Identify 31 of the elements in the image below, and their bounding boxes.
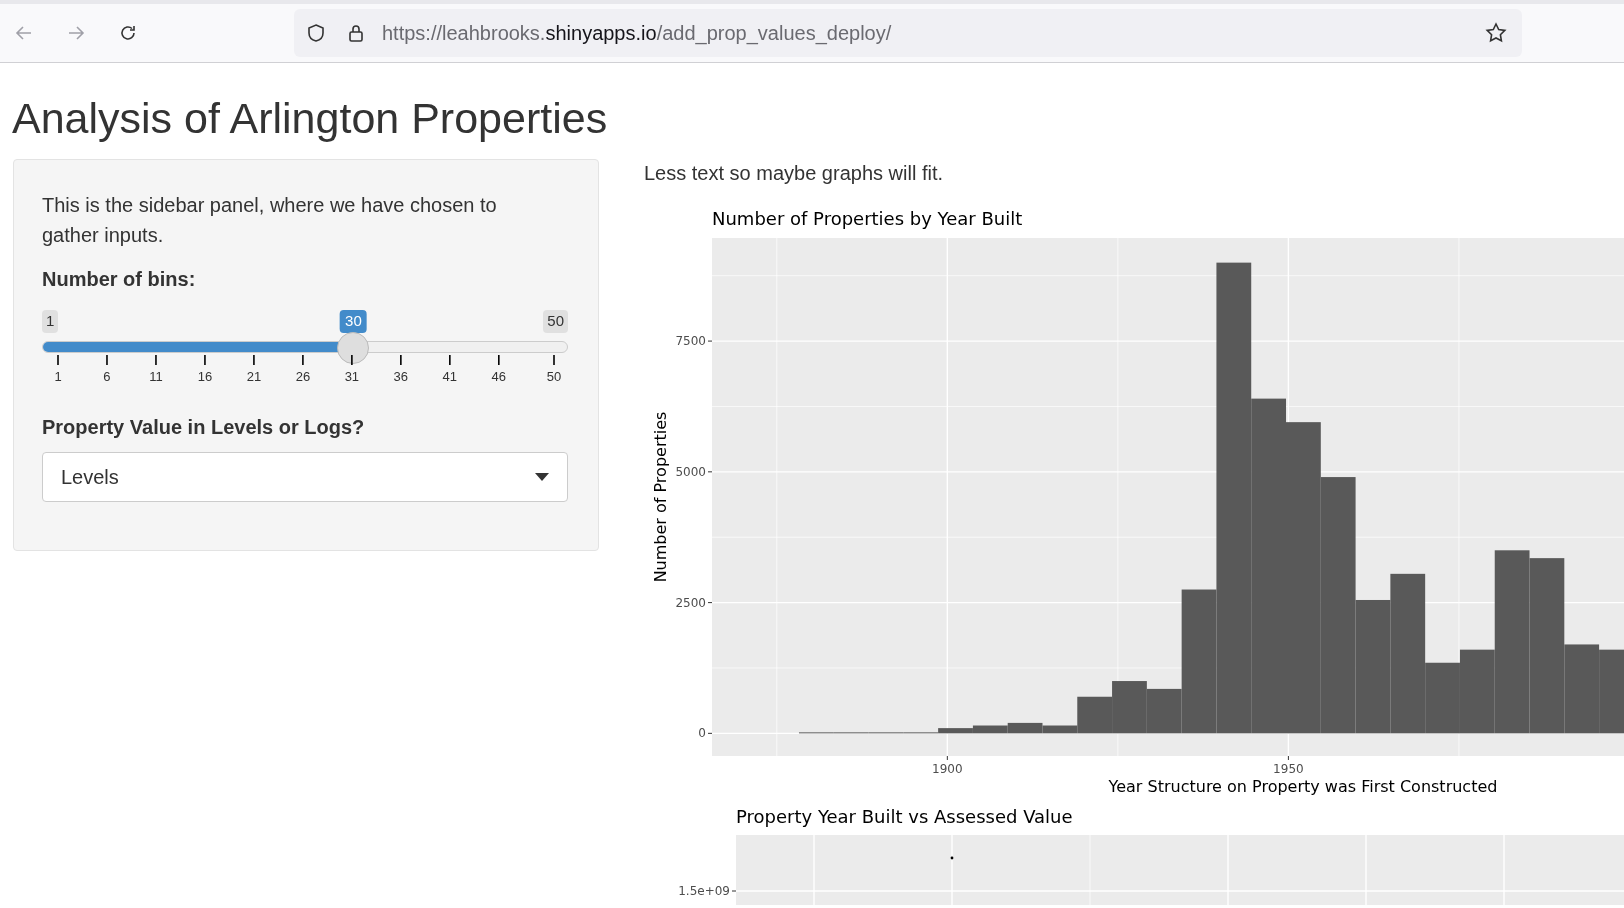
y-tick-label: 2500 — [675, 595, 706, 610]
slider-label: Number of bins: — [42, 267, 197, 292]
chart-title: Number of Properties by Year Built — [712, 208, 1023, 229]
slider-min-label: 1 — [42, 310, 59, 333]
slider-tick-label: 46 — [491, 368, 507, 386]
url-text: https://leahbrooks.shinyapps.io/add_prop_values_deploy/ — [382, 21, 892, 47]
slider-tick-label: 16 — [197, 368, 213, 386]
slider-max-label: 50 — [543, 310, 568, 333]
slider-tick-label: 1 — [54, 368, 62, 386]
main-text: Less text so maybe graphs will fit. — [644, 161, 944, 185]
y-axis-title: Number of Properties — [651, 411, 670, 583]
slider-tick-label: 31 — [344, 368, 360, 386]
slider-tick-label: 36 — [393, 368, 409, 386]
slider-tick-label: 50 — [546, 368, 562, 386]
chart-title: Property Year Built vs Assessed Value — [736, 806, 1073, 827]
x-tick-label: 1950 — [1273, 762, 1304, 776]
x-axis-title: Year Structure on Property was First Constructed — [1108, 777, 1498, 796]
sidebar-intro: This is the sidebar panel, where we have chosen to gather inputs. — [42, 193, 498, 248]
slider-tick-label: 26 — [295, 368, 311, 386]
slider-tick-label: 41 — [442, 368, 458, 386]
slider-tick-label: 11 — [149, 368, 163, 386]
page-title: Analysis of Arlington Properties — [12, 93, 609, 144]
x-tick-label: 1900 — [932, 762, 963, 776]
y-tick-label: 0 — [698, 726, 706, 741]
y-tick-label: 5000 — [675, 464, 706, 479]
y-tick-label: 1.5e+09 — [678, 884, 730, 898]
y-tick-label: 7500 — [675, 334, 706, 349]
select-label: Property Value in Levels or Logs? — [42, 415, 366, 440]
slider-tick-label: 21 — [246, 368, 262, 386]
slider-tick-label: 6 — [103, 368, 111, 386]
slider-value-label: 30 — [340, 310, 367, 333]
